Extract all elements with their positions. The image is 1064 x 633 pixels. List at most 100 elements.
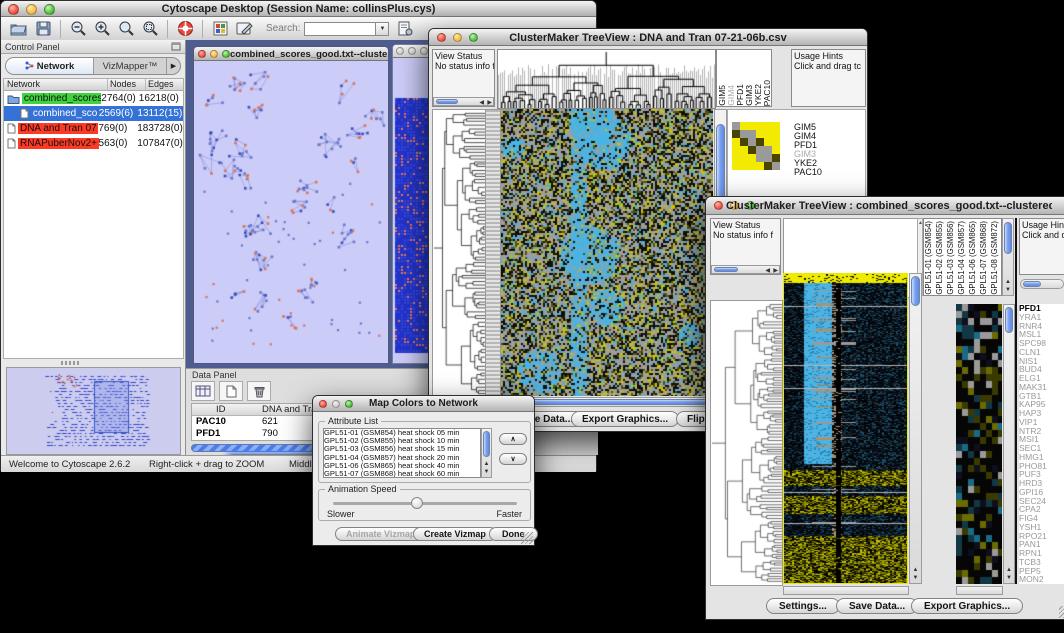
tv2-vertical-scrollbar[interactable]: ▲ ▼ (909, 273, 922, 584)
attribute-list[interactable]: GPL51-01 (GSM854) heat shock 05 minGPL51… (323, 428, 481, 478)
matrix-cell[interactable] (756, 138, 764, 146)
tv2-zoom-scrollbar[interactable]: ▲ ▼ (1003, 304, 1015, 584)
matrix-cell[interactable] (748, 138, 756, 146)
matrix-cell[interactable] (764, 162, 772, 170)
matrix-cell[interactable] (740, 122, 748, 130)
search-dropdown-button[interactable]: ▼ (376, 22, 389, 36)
tv2-usage-scrollbar[interactable] (1020, 279, 1064, 289)
delete-attribute-icon[interactable] (247, 381, 271, 401)
tv2-zoom-heatmap[interactable] (956, 304, 1002, 584)
matrix-cell[interactable] (772, 162, 780, 170)
tv2-heatmap[interactable] (784, 274, 907, 583)
matrix-cell[interactable] (732, 138, 740, 146)
tv2-column-label[interactable]: GPL51-03 (GSM856) (946, 221, 957, 295)
minimize-icon[interactable] (210, 50, 218, 58)
matrix-cell[interactable] (772, 130, 780, 138)
minimize-icon[interactable] (408, 47, 416, 55)
zoom-selected-icon[interactable] (138, 19, 162, 39)
network-canvas-dense[interactable] (393, 58, 433, 363)
tv2-collabel-scrollbar[interactable]: ▲ ▼ (1002, 218, 1014, 296)
open-file-icon[interactable] (7, 19, 31, 39)
create-vizmap-button[interactable]: Create Vizmap (413, 527, 497, 541)
tv2-column-label[interactable]: GPL51-01 (GSM854) (924, 221, 935, 295)
matrix-cell[interactable] (756, 146, 764, 154)
tv1-status-scrollbar[interactable]: ◀ ▶ (433, 97, 494, 106)
matrix-cell[interactable] (764, 122, 772, 130)
matrix-cell[interactable] (772, 154, 780, 162)
main-titlebar[interactable]: Cytoscape Desktop (Session Name: collins… (1, 1, 596, 17)
tv1-column-label[interactable]: GIM3 (744, 85, 753, 106)
matrix-cell[interactable] (756, 130, 764, 138)
tab-vizmapper[interactable]: VizMapper™ (94, 58, 166, 74)
birdseye-view[interactable] (6, 367, 181, 455)
tv1-titlebar[interactable]: ClusterMaker TreeView : DNA and Tran 07-… (429, 29, 867, 46)
matrix-cell[interactable] (748, 162, 756, 170)
close-icon[interactable] (714, 201, 723, 210)
tv1-column-dendrogram[interactable] (497, 49, 716, 109)
tv2-column-label[interactable]: GPL51-06 (GSM865) (968, 221, 979, 295)
tv1-column-label[interactable]: GIM5 (717, 85, 726, 106)
vizmap-grid-icon[interactable] (208, 19, 232, 39)
tv1-heatmap[interactable] (501, 109, 713, 396)
move-up-button[interactable]: ∧ (499, 433, 527, 445)
matrix-cell[interactable] (732, 162, 740, 170)
tv1-column-label[interactable]: PAC10 (762, 80, 771, 106)
new-attribute-icon[interactable] (219, 381, 243, 401)
zoom-in-icon[interactable] (90, 19, 114, 39)
matrix-cell[interactable] (764, 154, 772, 162)
tv1-zoom-row-label[interactable]: PAC10 (794, 168, 822, 177)
move-down-button[interactable]: ∨ (499, 453, 527, 465)
matrix-cell[interactable] (764, 138, 772, 146)
zoom-out-icon[interactable] (66, 19, 90, 39)
tv2-settings-button[interactable]: Settings... (766, 598, 840, 614)
tv2-row-label[interactable]: MON2 (1019, 575, 1064, 584)
tv1-row-dendrogram[interactable] (432, 109, 486, 398)
close-icon[interactable] (396, 47, 404, 55)
search-input[interactable] (304, 22, 376, 36)
configure-search-icon[interactable] (393, 19, 417, 39)
matrix-cell[interactable] (732, 154, 740, 162)
network-tree-row[interactable]: DNA and Tran 07769(0)183728(0) (4, 121, 183, 136)
matrix-cell[interactable] (740, 130, 748, 138)
tv2-save-data-button[interactable]: Save Data... (836, 598, 918, 614)
matrix-cell[interactable] (732, 122, 740, 130)
matrix-cell[interactable] (740, 162, 748, 170)
animation-slider-thumb[interactable] (411, 497, 423, 509)
tv2-column-label[interactable]: GPL51-07 (GSM868) (979, 221, 990, 295)
tv2-export-graphics-button[interactable]: Export Graphics... (911, 598, 1023, 614)
network-tree-row[interactable]: combined_scores2764(0)16218(0) (4, 91, 183, 106)
matrix-cell[interactable] (748, 146, 756, 154)
attribute-table-icon[interactable] (191, 381, 215, 401)
matrix-cell[interactable] (748, 154, 756, 162)
matrix-cell[interactable] (756, 162, 764, 170)
matrix-cell[interactable] (748, 130, 756, 138)
zoom-fit-icon[interactable] (114, 19, 138, 39)
matrix-cell[interactable] (756, 154, 764, 162)
matrix-cell[interactable] (756, 122, 764, 130)
matrix-cell[interactable] (764, 130, 772, 138)
tab-network[interactable]: Network (6, 58, 94, 74)
network-tree-row[interactable]: combined_sco2569(6)13112(15) (4, 106, 183, 121)
tv2-column-label[interactable]: GPL51-02 (GSM855) (935, 221, 946, 295)
matrix-cell[interactable] (772, 122, 780, 130)
save-icon[interactable] (31, 19, 55, 39)
resize-grip[interactable] (1059, 606, 1064, 618)
network-tree-row[interactable]: RNAPuberNov2+563(0)107847(0) (4, 136, 183, 151)
tv1-column-label[interactable]: PFD1 (735, 84, 744, 106)
matrix-cell[interactable] (732, 146, 740, 154)
tv2-titlebar[interactable]: ClusterMaker TreeView : combined_scores_… (706, 197, 1064, 215)
annotation-icon[interactable] (232, 19, 256, 39)
tv2-column-label[interactable]: GPL51-04 (GSM857) (957, 221, 968, 295)
matrix-cell[interactable] (740, 154, 748, 162)
attribute-list-item[interactable]: GPL51-07 (GSM868) heat shock 60 min (324, 470, 480, 478)
float-panel-icon[interactable] (171, 38, 181, 56)
tv1-zoom-heatmap[interactable] (732, 122, 780, 170)
tv2-column-label[interactable]: GPL51-08 (GSM872) (990, 221, 1001, 295)
panel-split-handle[interactable] (61, 361, 79, 365)
network-canvas[interactable] (194, 61, 388, 364)
zoom-window-icon[interactable] (222, 50, 230, 58)
matrix-cell[interactable] (772, 138, 780, 146)
tv2-status-scrollbar[interactable]: ◀ ▶ (711, 265, 780, 274)
zoom-window-icon[interactable] (420, 47, 428, 55)
matrix-cell[interactable] (740, 138, 748, 146)
